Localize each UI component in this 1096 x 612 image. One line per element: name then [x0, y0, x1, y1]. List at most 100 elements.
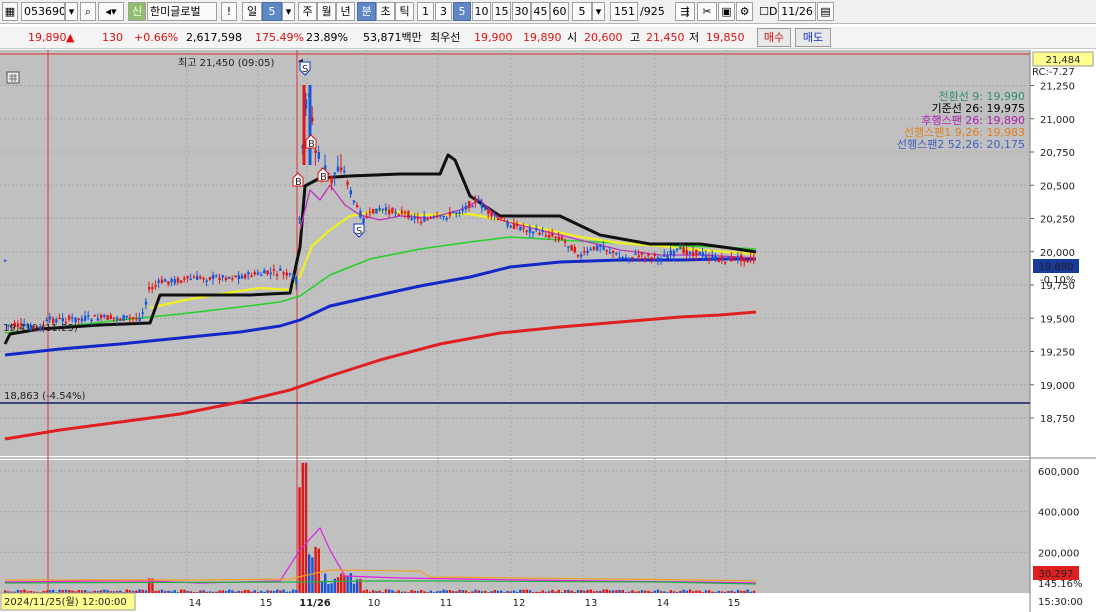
volume-bar [272, 591, 276, 593]
time-tick: 11 [440, 598, 453, 609]
buy-marker-text: B [295, 177, 302, 188]
custom-minute-input[interactable]: 5 [572, 2, 592, 21]
candle-body [61, 317, 64, 322]
volume-bar [250, 591, 253, 593]
warning-icon[interactable]: ! [221, 2, 237, 21]
candle-body [519, 226, 522, 231]
panel-menu-icon[interactable] [6, 71, 20, 84]
volume-bar [167, 590, 170, 593]
sound-icon[interactable]: ◂▾ [98, 2, 124, 21]
candle-body [269, 272, 272, 275]
ask-label: 최우선 [430, 31, 461, 44]
draw-tool-icon[interactable]: ✂ [697, 2, 717, 21]
volume-bar [157, 590, 160, 593]
volume-bar [586, 589, 589, 593]
volume-bar [192, 591, 196, 593]
candle-body [381, 208, 384, 211]
period-day[interactable]: 일 [242, 2, 262, 21]
volume-bar [704, 590, 708, 593]
minute-10[interactable]: 10 [472, 2, 491, 21]
volume-bar [592, 591, 596, 593]
candle-body [186, 276, 189, 279]
candle-body [528, 228, 532, 233]
candle-body [93, 315, 96, 317]
stock-code-input[interactable]: 053690 [21, 2, 65, 21]
candle-body [509, 225, 512, 228]
volume-bar [391, 590, 394, 593]
volume-bar [202, 590, 205, 593]
grid-icon[interactable]: ▦ [2, 2, 18, 21]
volume-bar [404, 591, 407, 593]
new-listing-badge: 신 [128, 2, 146, 21]
amount: 53,871백만 [363, 31, 422, 44]
calendar-icon[interactable]: ▤ [817, 2, 834, 21]
code-dropdown-icon[interactable]: ▾ [65, 2, 78, 21]
candle-body [554, 236, 557, 239]
period-value[interactable]: 5 [262, 2, 282, 21]
candle-body [151, 287, 154, 289]
period-dropdown-icon[interactable]: ▾ [282, 2, 295, 21]
volume-bar [458, 589, 461, 593]
stock-name[interactable]: 한미글로벌 [147, 2, 217, 21]
period-second[interactable]: 초 [376, 2, 395, 21]
volume-bar [432, 592, 436, 593]
period-year[interactable]: 년 [336, 2, 355, 21]
minute-60[interactable]: 60 [550, 2, 569, 21]
candle-body [103, 314, 106, 317]
volume-bar [416, 591, 420, 593]
volume-bar [285, 591, 288, 593]
candle-body [234, 275, 237, 278]
volume-bar [743, 590, 746, 593]
volume-bar [656, 589, 660, 593]
volume-bar [647, 590, 650, 593]
buy-button[interactable]: 매수 [757, 28, 791, 47]
date-input[interactable]: 11/26 [778, 2, 816, 21]
minute-45[interactable]: 45 [531, 2, 550, 21]
volume-bar [493, 590, 496, 593]
candle-body [698, 251, 701, 256]
minute-1[interactable]: 1 [417, 2, 434, 21]
volume-panel[interactable] [0, 460, 1030, 593]
price-tick: 19,500 [1040, 314, 1075, 325]
time-box: 15:30:00 [1038, 597, 1083, 608]
chart-area[interactable]: 18,863 (-4.54%) 최고 21,450 (09:05) ◂ 19,4… [0, 50, 1096, 612]
period-week[interactable]: 주 [298, 2, 317, 21]
price-tick: 20,500 [1040, 181, 1075, 192]
candle-body [628, 257, 631, 260]
candle-body [362, 217, 365, 223]
period-minute[interactable]: 분 [357, 2, 376, 21]
candle-body [298, 218, 301, 220]
indicator-icon[interactable]: ⇶ [675, 2, 695, 21]
volume-bar [295, 590, 298, 593]
candle-body [704, 254, 708, 259]
candle-body [372, 208, 375, 214]
volume-bar [496, 590, 500, 593]
custom-minute-dropdown-icon[interactable]: ▾ [592, 2, 605, 21]
minute-3[interactable]: 3 [435, 2, 452, 21]
minute-5[interactable]: 5 [453, 2, 471, 21]
candle-body [416, 217, 420, 220]
minute-15[interactable]: 15 [492, 2, 511, 21]
save-icon[interactable]: ▣ [718, 2, 735, 21]
candle-body [506, 221, 509, 227]
gear-icon[interactable]: ⚙ [736, 2, 753, 21]
candle-body [253, 272, 256, 275]
period-tick[interactable]: 틱 [395, 2, 414, 21]
volume-bar [471, 591, 474, 593]
volume-bar [365, 589, 368, 593]
volume-bar [330, 583, 333, 593]
count-input[interactable]: 151 [610, 2, 638, 21]
period-month[interactable]: 월 [317, 2, 336, 21]
volume-bar [573, 591, 576, 593]
sell-button[interactable]: 매도 [795, 28, 831, 47]
search-icon[interactable]: ⌕ [80, 2, 96, 21]
price-panel[interactable] [0, 50, 1030, 456]
candle-body [727, 256, 730, 260]
candle-body [231, 278, 234, 280]
minute-30[interactable]: 30 [512, 2, 531, 21]
volume-bar [208, 591, 212, 593]
turnover: 23.89% [306, 31, 348, 44]
price-tick: 18,750 [1040, 414, 1075, 425]
candle-body [247, 272, 250, 275]
candle-body [682, 247, 685, 254]
